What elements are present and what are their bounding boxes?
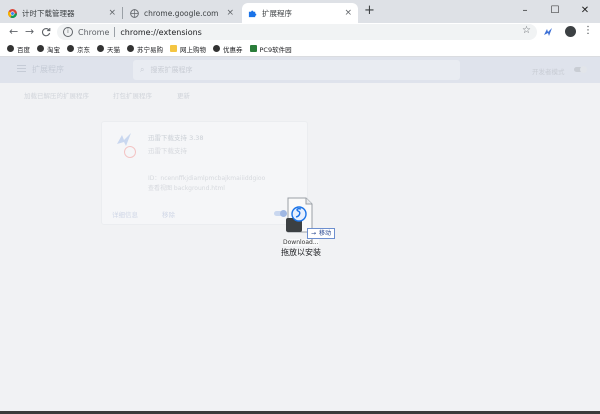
bookmark-label: 网上购物 xyxy=(180,45,206,54)
pc9-icon xyxy=(249,45,257,52)
tab-title: 计时下载管理器 xyxy=(22,8,75,18)
tab-close-icon[interactable]: × xyxy=(108,8,116,18)
extension-card: 迅雷下载支持 3.38 迅雷下载支持 ID：ncennffkjdiamlpmcb… xyxy=(101,121,308,225)
profile-avatar-icon[interactable] xyxy=(565,26,576,37)
extension-name: 迅雷下载支持 3.38 xyxy=(148,134,204,142)
search-icon: ⌕ xyxy=(140,65,145,74)
globe-icon xyxy=(67,45,74,52)
tab-close-icon[interactable]: × xyxy=(344,8,352,18)
tab-download-manager[interactable]: 计时下载管理器 × xyxy=(2,3,122,23)
globe-icon xyxy=(213,45,220,52)
search-placeholder: 搜索扩展程序 xyxy=(150,66,193,74)
bookmark-folder-shopping[interactable]: 网上购物 xyxy=(170,44,206,54)
bookmark-label: 淘宝 xyxy=(47,45,60,54)
tab-strip: 计时下载管理器 × chrome.google.com × 扩展程序 × + –… xyxy=(0,0,600,23)
move-label: 移动 xyxy=(319,230,332,237)
globe-icon xyxy=(37,45,44,52)
tab-title: chrome.google.com xyxy=(144,8,219,18)
address-divider xyxy=(114,27,116,37)
back-button[interactable]: ← xyxy=(9,24,18,40)
browser-window: 计时下载管理器 × chrome.google.com × 扩展程序 × + –… xyxy=(0,0,600,411)
globe-icon xyxy=(130,8,139,18)
dragged-file-name: Download... xyxy=(283,239,319,246)
page-title: 扩展程序 xyxy=(32,65,64,74)
globe-icon xyxy=(97,45,104,52)
remove-button[interactable]: 移除 xyxy=(162,209,175,219)
pack-extension-button[interactable]: 打包扩展程序 xyxy=(113,90,152,100)
bookmarks-bar: 百度 淘宝 京东 天猫 苏宁易购 网上购物 优惠券 PC9软件园 xyxy=(0,41,600,57)
bookmark-label: 优惠券 xyxy=(223,45,243,54)
bookmark-star-icon[interactable]: ☆ xyxy=(522,25,531,36)
update-button[interactable]: 更新 xyxy=(177,90,190,100)
thunder-extension-icon[interactable] xyxy=(543,27,553,37)
globe-icon xyxy=(124,146,136,158)
tab-close-icon[interactable]: × xyxy=(226,8,234,18)
extension-views[interactable]: 查看视图 background.html xyxy=(148,183,225,192)
globe-icon xyxy=(7,45,14,52)
developer-actions: 加载已解压的扩展程序 打包扩展程序 更新 xyxy=(0,83,600,107)
extensions-header: 扩展程序 ⌕ 搜索扩展程序 开发者模式 xyxy=(0,57,600,83)
new-tab-button[interactable]: + xyxy=(364,4,375,18)
move-arrow-icon: → xyxy=(311,230,317,237)
bookmark-label: 京东 xyxy=(77,45,90,54)
address-url: chrome://extensions xyxy=(120,27,202,37)
chrome-favicon-icon xyxy=(8,8,17,18)
bookmark-pc9[interactable]: PC9软件园 xyxy=(249,44,292,54)
extension-description: 迅雷下载支持 xyxy=(148,147,187,155)
details-button[interactable]: 详细信息 xyxy=(112,209,138,219)
folder-icon xyxy=(170,45,177,52)
developer-mode-label: 开发者模式 xyxy=(532,68,565,76)
bookmark-suning[interactable]: 苏宁易购 xyxy=(127,44,163,54)
puzzle-icon xyxy=(248,10,257,17)
reload-button[interactable] xyxy=(41,24,51,42)
load-unpacked-button[interactable]: 加载已解压的扩展程序 xyxy=(24,90,89,100)
search-extensions-input[interactable]: ⌕ 搜索扩展程序 xyxy=(133,60,460,80)
minimize-button[interactable]: – xyxy=(510,0,540,23)
forward-button[interactable]: → xyxy=(25,24,34,40)
toolbar: ← → i Chrome chrome://extensions ☆ ⋮ xyxy=(0,23,600,41)
move-cursor-badge: → 移动 xyxy=(307,228,336,239)
site-info-icon[interactable]: i xyxy=(63,27,73,37)
chrome-menu-button[interactable]: ⋮ xyxy=(583,25,593,37)
hamburger-menu-icon[interactable] xyxy=(17,65,26,73)
bookmark-tmall[interactable]: 天猫 xyxy=(97,44,120,54)
globe-icon xyxy=(127,45,134,52)
tab-extensions[interactable]: 扩展程序 × xyxy=(242,3,358,23)
bookmark-coupons[interactable]: 优惠券 xyxy=(213,44,243,54)
tab-title: 扩展程序 xyxy=(262,8,292,18)
extension-id: ID：ncennffkjdiamlpmcbajkmaiiiddgioo xyxy=(148,175,266,182)
close-window-button[interactable]: ✕ xyxy=(570,0,600,23)
bookmark-label: 百度 xyxy=(17,45,30,54)
developer-mode-toggle[interactable] xyxy=(574,65,587,73)
bookmark-baidu[interactable]: 百度 xyxy=(7,44,30,54)
bookmark-label: PC9软件园 xyxy=(259,45,292,54)
bookmark-label: 苏宁易购 xyxy=(137,45,163,54)
drop-to-install-hint: 拖放以安装 xyxy=(281,248,321,257)
tab-chrome-webstore[interactable]: chrome.google.com × xyxy=(124,3,240,23)
bookmark-jd[interactable]: 京东 xyxy=(67,44,90,54)
tab-divider xyxy=(122,7,123,19)
address-bar[interactable]: i Chrome chrome://extensions ☆ xyxy=(57,24,537,40)
address-origin: Chrome xyxy=(78,27,110,37)
bookmark-label: 天猫 xyxy=(107,45,120,54)
bookmark-taobao[interactable]: 淘宝 xyxy=(37,44,60,54)
reload-icon xyxy=(41,28,51,37)
maximize-button[interactable]: ☐ xyxy=(540,0,570,23)
